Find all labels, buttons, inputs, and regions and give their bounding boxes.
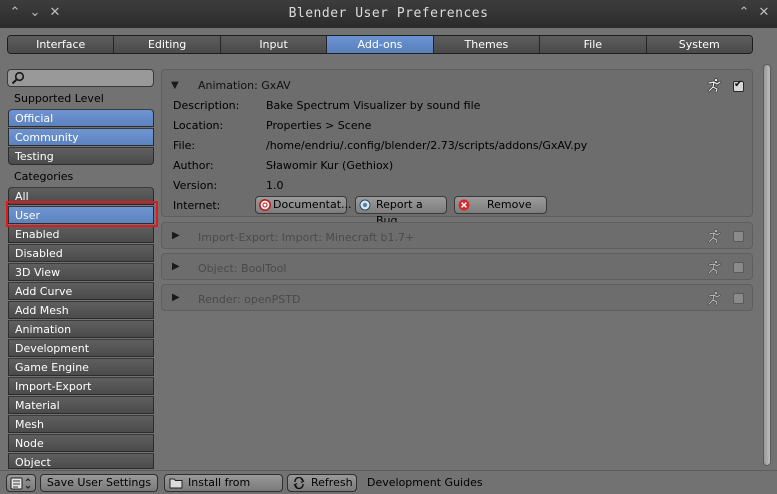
close-window-icon[interactable]: ✕	[757, 5, 771, 21]
refresh-button[interactable]: Refresh	[287, 474, 357, 492]
refresh-label: Refresh	[311, 476, 353, 489]
category-development[interactable]: Development	[8, 339, 154, 357]
selection-highlight-box	[6, 201, 158, 227]
remove-x-icon	[458, 199, 470, 211]
addon-enable-checkbox[interactable]	[733, 231, 744, 242]
author-label: Author:	[173, 159, 214, 172]
addon-panel-openpstd[interactable]: ▶ Render: openPSTD	[161, 284, 753, 311]
footer-bar: Save User Settings Install from File... …	[0, 470, 777, 494]
expand-triangle-icon[interactable]: ▶	[172, 292, 180, 303]
author-value: Sławomir Kur (Gethiox)	[266, 159, 394, 172]
collapse-triangle-icon[interactable]: ▼	[171, 80, 179, 91]
editor-type-menu[interactable]	[6, 474, 36, 492]
bug-report-icon	[359, 199, 371, 211]
category-material[interactable]: Material	[8, 396, 154, 414]
tab-file[interactable]: File	[540, 36, 647, 53]
description-label: Description:	[173, 99, 240, 112]
supported-level-label: Supported Level	[14, 92, 104, 105]
running-figure-icon	[707, 260, 722, 275]
running-figure-icon	[707, 291, 722, 306]
expand-triangle-icon[interactable]: ▶	[172, 261, 180, 272]
category-add-mesh[interactable]: Add Mesh	[8, 301, 154, 319]
internet-label: Internet:	[173, 199, 221, 212]
tab-interface[interactable]: Interface	[8, 36, 115, 53]
remove-button[interactable]: Remove	[454, 196, 547, 214]
addon-enable-checkbox[interactable]	[733, 79, 744, 92]
maximize-chevron-up-icon[interactable]: ⌃	[737, 5, 751, 21]
file-value: /home/endriu/.config/blender/2.73/script…	[266, 139, 588, 152]
level-official[interactable]: Official	[8, 109, 154, 127]
addon-panel-booltool[interactable]: ▶ Object: BoolTool	[161, 253, 753, 280]
tab-themes[interactable]: Themes	[433, 36, 541, 53]
tab-system[interactable]: System	[646, 36, 752, 53]
category-3d-view[interactable]: 3D View	[8, 263, 154, 281]
category-mesh[interactable]: Mesh	[8, 415, 154, 433]
addon-title: Object: BoolTool	[198, 262, 287, 275]
level-testing[interactable]: Testing	[8, 147, 154, 165]
addon-search-input[interactable]	[7, 69, 154, 87]
version-label: Version:	[173, 179, 218, 192]
addon-enable-checkbox[interactable]	[733, 262, 744, 273]
category-node[interactable]: Node	[8, 434, 154, 452]
tab-input[interactable]: Input	[220, 36, 328, 53]
category-add-curve[interactable]: Add Curve	[8, 282, 154, 300]
addon-panel-minecraft[interactable]: ▶ Import-Export: Import: Minecraft b1.7+	[161, 222, 753, 249]
addon-title: Animation: GxAV	[198, 79, 291, 92]
addon-panel-gxav: ▼ Animation: GxAV Description: Bake Spec…	[161, 69, 753, 227]
category-game-engine[interactable]: Game Engine	[8, 358, 154, 376]
categories-label: Categories	[14, 170, 74, 183]
preferences-tabs: Interface Editing Input Add-ons Themes F…	[7, 35, 753, 54]
preferences-editor-icon	[10, 477, 31, 490]
level-community[interactable]: Community	[8, 128, 154, 146]
report-bug-button[interactable]: Report a Bug	[355, 196, 447, 227]
category-enabled[interactable]: Enabled	[8, 225, 154, 243]
running-figure-icon	[707, 229, 722, 244]
install-from-file-button[interactable]: Install from File...	[164, 474, 283, 494]
development-guides-link[interactable]: Development Guides	[367, 476, 483, 489]
addon-enable-checkbox[interactable]	[733, 293, 744, 304]
scrollbar-thumb[interactable]	[763, 64, 771, 466]
folder-icon	[169, 478, 183, 489]
addon-title: Import-Export: Import: Minecraft b1.7+	[198, 231, 415, 244]
location-value: Properties > Scene	[266, 119, 372, 132]
refresh-icon	[293, 477, 305, 489]
description-value: Bake Spectrum Visualizer by sound file	[266, 99, 481, 112]
file-label: File:	[173, 139, 196, 152]
install-from-file-label: Install from File...	[188, 476, 251, 494]
help-lifebuoy-icon	[259, 199, 271, 211]
documentation-button-label: Documentat...	[273, 198, 352, 211]
window-title: Blender User Preferences	[288, 6, 489, 21]
save-user-settings-button[interactable]: Save User Settings	[40, 474, 158, 492]
location-label: Location:	[173, 119, 224, 132]
search-icon	[11, 71, 25, 85]
category-object[interactable]: Object	[8, 453, 154, 469]
running-figure-icon	[707, 78, 722, 93]
category-disabled[interactable]: Disabled	[8, 244, 154, 262]
category-animation[interactable]: Animation	[8, 320, 154, 338]
title-bar: ⌃ ⌄ ✕ Blender User Preferences ⌃ ✕	[0, 0, 777, 28]
addon-title: Render: openPSTD	[198, 293, 301, 306]
expand-triangle-icon[interactable]: ▶	[172, 230, 180, 241]
tab-add-ons[interactable]: Add-ons	[327, 36, 434, 53]
remove-button-label: Remove	[487, 198, 532, 211]
vertical-scrollbar[interactable]	[758, 62, 774, 470]
category-import-export[interactable]: Import-Export	[8, 377, 154, 395]
tab-editing[interactable]: Editing	[114, 36, 221, 53]
documentation-button[interactable]: Documentat...	[255, 196, 352, 214]
version-value: 1.0	[266, 179, 284, 192]
